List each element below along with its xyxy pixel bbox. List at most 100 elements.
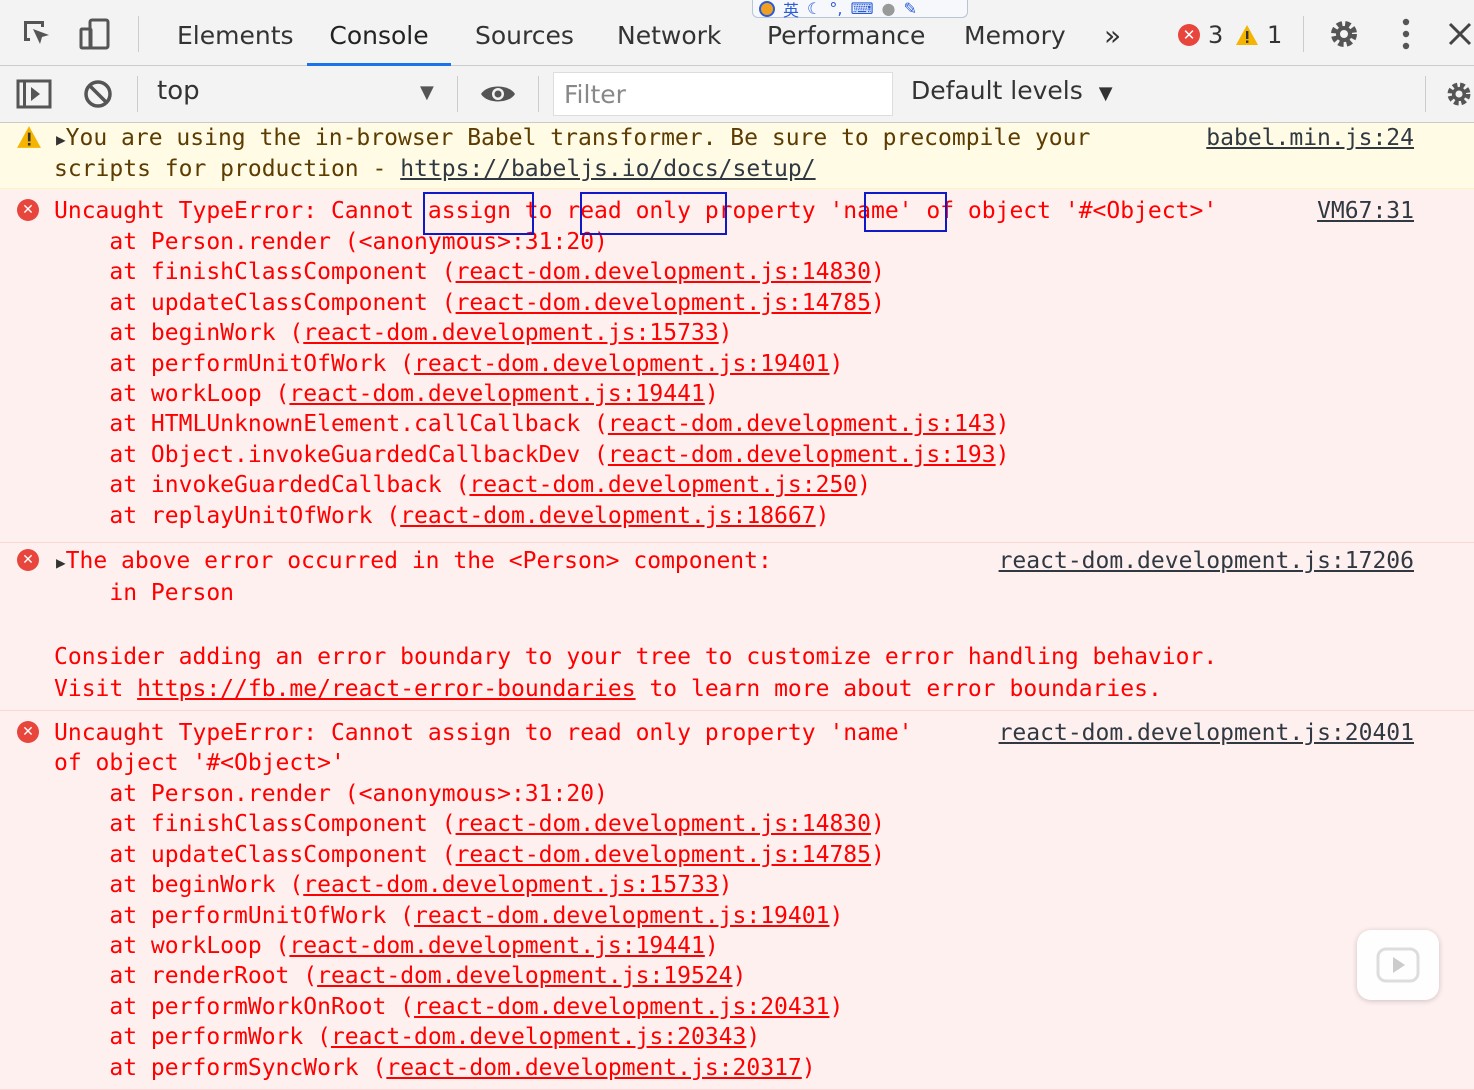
stack-frame-link[interactable]: react-dom.development.js:20431 xyxy=(414,994,829,1020)
toolbar-separator xyxy=(457,76,458,112)
more-tabs-button[interactable]: » xyxy=(1104,0,1121,66)
stack-frame-link[interactable]: react-dom.development.js:14830 xyxy=(456,259,871,285)
clear-console-icon[interactable] xyxy=(78,74,118,114)
settings-gear-icon[interactable] xyxy=(1324,14,1364,54)
stack-frame: at finishClassComponent (react-dom.devel… xyxy=(54,809,884,840)
console-error-message: ✕ Uncaught TypeError: Cannot assign to r… xyxy=(0,711,1474,1090)
babel-setup-link[interactable]: https://babeljs.io/docs/setup/ xyxy=(400,156,815,182)
tab-console[interactable]: Console xyxy=(307,0,451,66)
stack-frame-tail: ) xyxy=(871,259,885,286)
stack-frame-function: at Person.render ( xyxy=(54,229,359,255)
error-count: 3 xyxy=(1208,21,1224,49)
expand-triangle-icon[interactable]: ▶ xyxy=(56,130,66,149)
stack-frame: at beginWork (react-dom.development.js:1… xyxy=(54,318,733,349)
stack-frame-link[interactable]: react-dom.development.js:15733 xyxy=(303,320,718,346)
error-icon: ✕ xyxy=(17,549,39,571)
tab-elements[interactable]: Elements xyxy=(177,0,294,66)
console-settings-gear-icon[interactable] xyxy=(1444,74,1474,114)
stack-frame-link[interactable]: react-dom.development.js:19401 xyxy=(414,351,829,377)
stack-frame-function: at workLoop ( xyxy=(54,381,290,407)
filter-input[interactable] xyxy=(553,72,893,116)
stack-frame-link[interactable]: react-dom.development.js:193 xyxy=(608,442,996,468)
tab-network[interactable]: Network xyxy=(617,0,721,66)
toolbar-separator xyxy=(137,76,138,112)
stack-frame-link[interactable]: react-dom.development.js:15733 xyxy=(303,872,718,898)
stack-frame-function: at updateClassComponent ( xyxy=(54,841,456,868)
error-icon: ✕ xyxy=(17,721,39,743)
error-counter[interactable]: ✕ 3 xyxy=(1178,20,1223,50)
stack-frame: at updateClassComponent (react-dom.devel… xyxy=(54,840,884,871)
sidebar-toggle-icon[interactable] xyxy=(14,74,54,114)
message-text: Visit xyxy=(54,676,138,702)
stack-frame-function: at beginWork ( xyxy=(54,320,304,347)
stack-frame-link[interactable]: react-dom.development.js:19524 xyxy=(317,963,732,989)
stack-frame-function: at Object.invokeGuardedCallbackDev ( xyxy=(54,441,608,468)
highlight-box xyxy=(423,192,534,235)
devtools-tab-bar: 英 ☾ °, ⌨ ● ✎ Elements Console Sources Ne… xyxy=(0,0,1474,66)
message-line: ▶The above error occurred in the <Person… xyxy=(56,546,772,577)
log-levels-dropdown[interactable]: Default levels ▼ xyxy=(911,76,1113,105)
stack-frame-link[interactable]: react-dom.development.js:19401 xyxy=(414,903,829,929)
live-expression-eye-icon[interactable] xyxy=(478,74,518,114)
console-warning-message: ▶You are using the in-browser Babel tran… xyxy=(0,123,1474,189)
stack-frame-link[interactable]: react-dom.development.js:18667 xyxy=(400,503,815,529)
stack-frame: at workLoop (react-dom.development.js:19… xyxy=(54,379,719,410)
stack-frame: at HTMLUnknownElement.callCallback (reac… xyxy=(54,409,1009,440)
stack-frame-function: at finishClassComponent ( xyxy=(54,811,456,838)
error-icon: ✕ xyxy=(1178,24,1200,46)
message-line: ▶You are using the in-browser Babel tran… xyxy=(56,123,1090,154)
stack-frame: at performUnitOfWork (react-dom.developm… xyxy=(54,901,843,932)
stack-frame-tail: ) xyxy=(995,441,1010,468)
kebab-menu-icon[interactable] xyxy=(1386,14,1426,54)
warning-icon xyxy=(17,126,41,148)
stack-frame-tail: ) xyxy=(871,289,885,316)
stack-frame-function: at Person.render ( xyxy=(54,781,359,807)
stack-frame-link[interactable]: react-dom.development.js:20317 xyxy=(386,1055,801,1081)
stack-frame-function: at workLoop ( xyxy=(54,933,290,959)
error-boundaries-link[interactable]: https://fb.me/react-error-boundaries xyxy=(137,676,636,702)
source-link[interactable]: react-dom.development.js:20401 xyxy=(999,718,1414,749)
stack-frame-link[interactable]: react-dom.development.js:14785 xyxy=(456,842,871,868)
source-link[interactable]: VM67:31 xyxy=(1317,196,1414,227)
stack-frame-link[interactable]: react-dom.development.js:143 xyxy=(608,411,996,437)
message-text: Consider adding an error boundary to you… xyxy=(54,644,1218,670)
stack-frame: at finishClassComponent (react-dom.devel… xyxy=(54,257,885,288)
stack-frame-tail: ) xyxy=(704,933,719,959)
execution-context-select[interactable]: top xyxy=(157,76,200,106)
stack-frame-tail: ) xyxy=(718,872,733,899)
stack-frame-link[interactable]: react-dom.development.js:19441 xyxy=(289,933,704,959)
stack-frame-tail: ) xyxy=(704,381,719,407)
stack-frame-link[interactable]: react-dom.development.js:19441 xyxy=(289,381,704,407)
stack-frame-link[interactable]: react-dom.development.js:250 xyxy=(469,472,857,498)
close-icon[interactable] xyxy=(1446,14,1474,54)
stack-frame-function: at updateClassComponent ( xyxy=(54,289,456,316)
source-link[interactable]: react-dom.development.js:17206 xyxy=(999,546,1414,577)
stack-frame-function: at performUnitOfWork ( xyxy=(54,902,415,929)
warning-counter[interactable]: 1 xyxy=(1235,20,1282,50)
stack-frame-function: at performSyncWork ( xyxy=(54,1054,387,1081)
console-toolbar: top ▼ Default levels ▼ xyxy=(0,66,1474,123)
stack-frame: at performWork (react-dom.development.js… xyxy=(54,1022,760,1053)
toolbar-separator xyxy=(1425,76,1426,112)
stack-frame-function: at replayUnitOfWork ( xyxy=(54,502,401,529)
stack-frame-link[interactable]: react-dom.development.js:20343 xyxy=(331,1024,746,1050)
expand-triangle-icon[interactable]: ▶ xyxy=(56,553,66,572)
chevron-down-icon[interactable]: ▼ xyxy=(420,82,434,103)
tab-memory[interactable]: Memory xyxy=(964,0,1066,66)
stack-frame: at invokeGuardedCallback (react-dom.deve… xyxy=(54,470,871,501)
stack-frame: at replayUnitOfWork (react-dom.developme… xyxy=(54,501,829,532)
message-text: You are using the in-browser Babel trans… xyxy=(65,125,1091,151)
stack-frame-tail: ) xyxy=(718,320,733,347)
tab-sources[interactable]: Sources xyxy=(475,0,574,66)
message-text: in Person xyxy=(54,580,235,606)
device-toolbar-icon[interactable] xyxy=(75,14,115,54)
video-play-button[interactable] xyxy=(1357,930,1439,1000)
tab-performance[interactable]: Performance xyxy=(767,0,925,66)
stack-frame: at renderRoot (react-dom.development.js:… xyxy=(54,961,746,992)
tab-separator xyxy=(1303,16,1304,52)
stack-frame-link[interactable]: react-dom.development.js:14830 xyxy=(456,811,871,837)
stack-frame-link[interactable]: react-dom.development.js:14785 xyxy=(456,290,871,316)
inspect-element-icon[interactable] xyxy=(17,14,57,54)
source-link[interactable]: babel.min.js:24 xyxy=(1206,123,1414,154)
stack-frame-function: at performUnitOfWork ( xyxy=(54,350,415,377)
